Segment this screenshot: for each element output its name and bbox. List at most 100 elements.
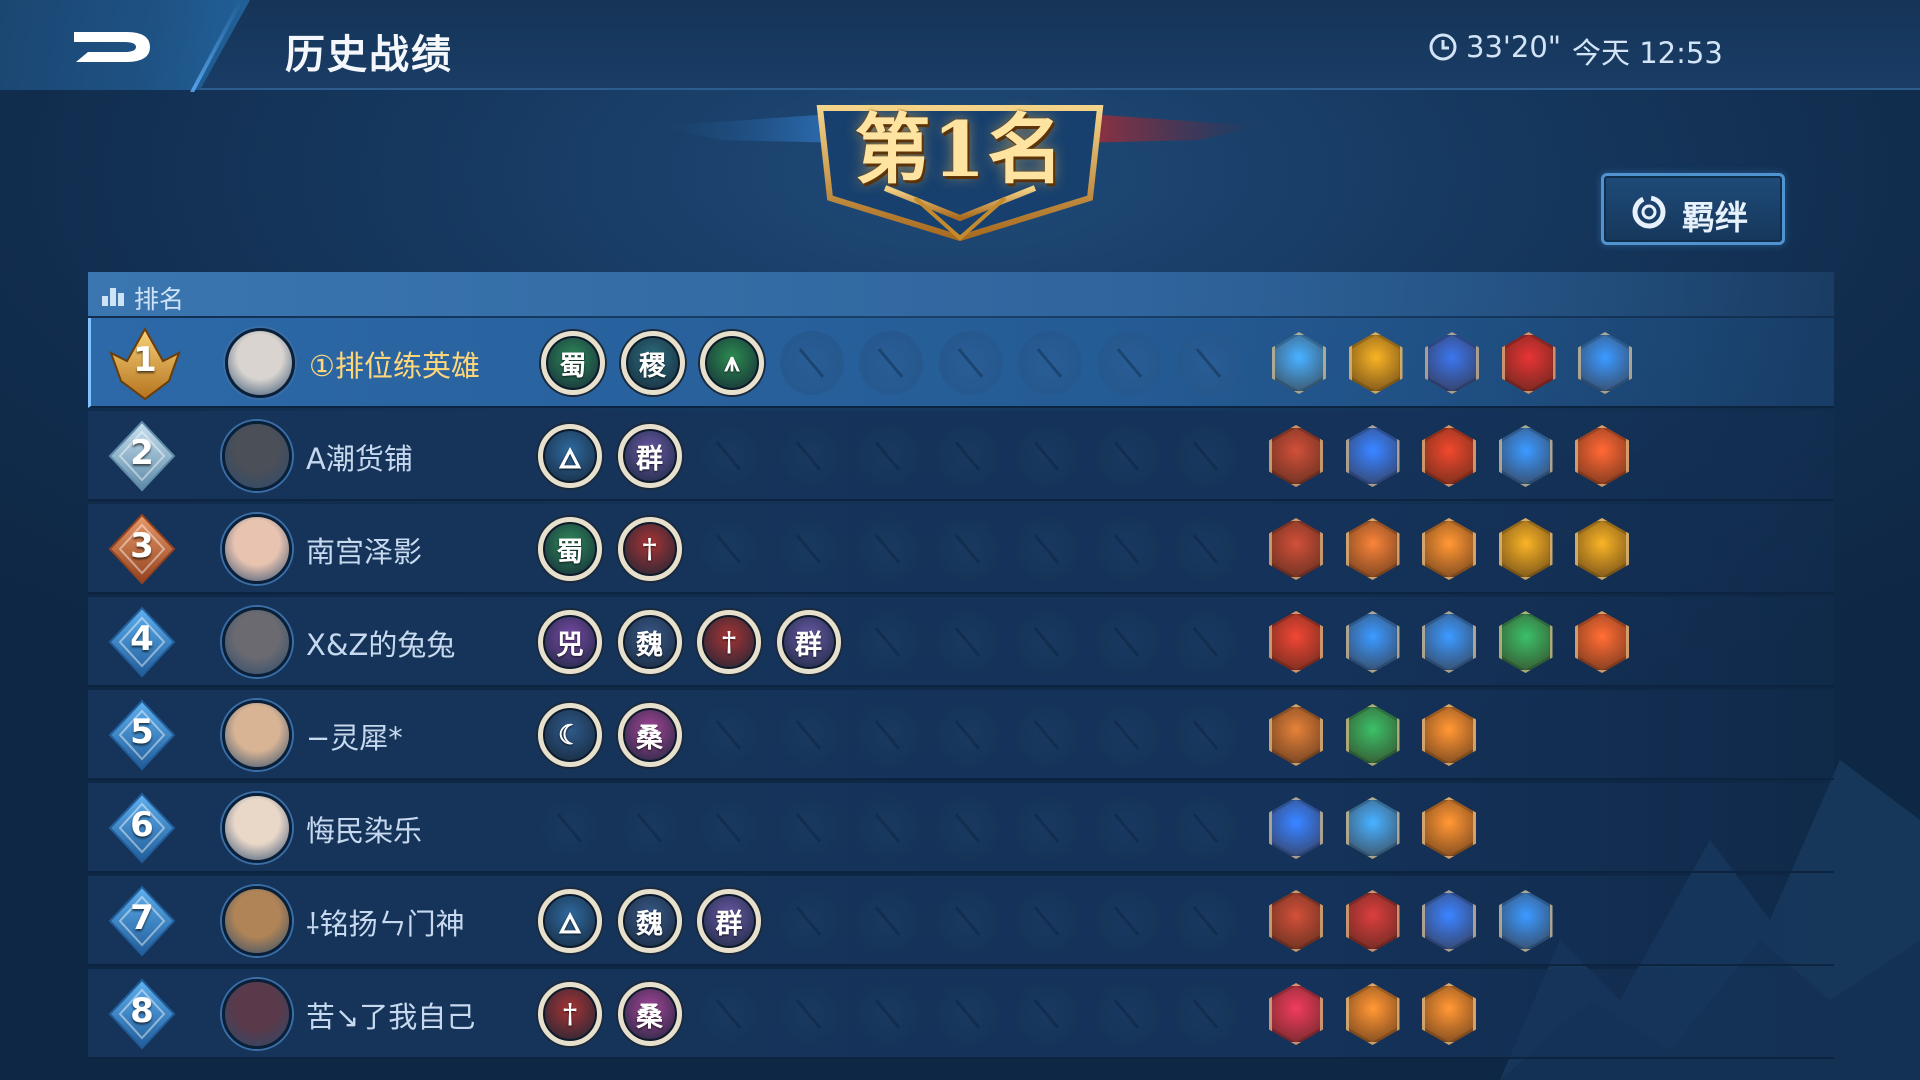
bond-button[interactable]: 羁绊 — [1601, 173, 1785, 245]
player-name: ①排位练英雄 — [309, 349, 480, 383]
synergy-badge[interactable]: 魏 — [617, 889, 682, 953]
empty-slot — [1177, 331, 1241, 395]
player-row[interactable]: 1 ①排位练英雄 蜀 稷 ⩚ — [88, 318, 1834, 408]
ranking-table: 排名 1 ①排位练英雄蜀稷 ⩚ 2 A潮货铺 🜂 群 3 南宫泽影蜀 † 4 X&Z的兔兔兕魏 †… — [88, 272, 1834, 1059]
synergy-badge[interactable]: † — [538, 982, 602, 1046]
avatar[interactable] — [222, 700, 292, 770]
empty-slot — [697, 982, 761, 1046]
crimson-beast-icon[interactable] — [1269, 983, 1323, 1045]
empty-slot — [1174, 889, 1238, 953]
empty-slot — [935, 982, 1000, 1046]
table-header: 排名 — [88, 272, 1834, 316]
star-s-icon[interactable] — [1422, 890, 1476, 952]
shield-gold-icon[interactable] — [1348, 332, 1403, 394]
shield-gold-icon[interactable] — [1575, 518, 1629, 580]
top-bar: 历史战绩 33'20" 今天 12:53 — [0, 0, 1920, 92]
fist-icon[interactable] — [1269, 518, 1323, 580]
empty-slot — [935, 889, 1000, 953]
synergy-glyph: 群 — [636, 443, 663, 475]
empty-slot — [1015, 982, 1079, 1046]
synergy-glyph: 魏 — [636, 908, 663, 940]
empty-slot — [697, 424, 761, 488]
avatar[interactable] — [222, 514, 292, 584]
player-row[interactable]: 6 悔民染乐 — [88, 783, 1834, 873]
synergy-badge[interactable]: 群 — [697, 889, 761, 953]
bar-chart-icon — [102, 288, 124, 306]
shield-gold-icon[interactable] — [1498, 518, 1553, 580]
synergy-badge[interactable]: 群 — [776, 610, 841, 674]
synergy-glyph: ⩚ — [724, 347, 740, 378]
fire-beast-icon[interactable] — [1575, 425, 1629, 487]
player-row[interactable]: 4 X&Z的兔兔 兕 魏 † 群 — [88, 597, 1834, 687]
player-row[interactable]: 7 ⸸铭扬ㄣ门神 🜂 魏 群 — [88, 876, 1834, 966]
synergy-badge[interactable]: 蜀 — [541, 331, 605, 395]
synergy-badge[interactable]: † — [617, 517, 682, 581]
claw-ice-icon[interactable] — [1272, 332, 1326, 394]
claw-blue-icon[interactable] — [1578, 332, 1632, 394]
player-row[interactable]: 3 南宫泽影 蜀 † — [88, 504, 1834, 594]
back-arrow-icon[interactable] — [66, 22, 156, 72]
player-row[interactable]: 5 −灵犀* ☾ 桑 — [88, 690, 1834, 780]
gold-stack-icon[interactable] — [1422, 797, 1476, 859]
avatar[interactable] — [222, 793, 292, 863]
blue-flame-icon[interactable] — [1269, 797, 1323, 859]
synergy-badge[interactable]: 桑 — [617, 982, 682, 1046]
synergy-glyph: 群 — [795, 629, 822, 661]
empty-slot — [938, 331, 1003, 395]
claw-blue-icon[interactable] — [1498, 425, 1553, 487]
gold-stack-icon[interactable] — [1345, 983, 1400, 1045]
player-row[interactable]: 8 苦↘了我自己 † 桑 — [88, 969, 1834, 1059]
empty-slot — [1097, 331, 1162, 395]
synergy-badge[interactable]: 蜀 — [538, 517, 602, 581]
gold-stack-icon[interactable] — [1422, 983, 1476, 1045]
synergy-badge[interactable]: 群 — [617, 424, 682, 488]
fist-icon[interactable] — [1269, 425, 1323, 487]
rank-number: 8 — [130, 991, 154, 1031]
synergy-glyph: 蜀 — [556, 536, 584, 568]
empty-slot — [856, 610, 920, 674]
synergy-badge[interactable]: 稷 — [620, 331, 685, 395]
jaws-icon[interactable] — [1345, 890, 1400, 952]
claw-blue-icon[interactable] — [1345, 611, 1400, 673]
synergy-badge[interactable]: 兕 — [538, 610, 602, 674]
green-wind-icon[interactable] — [1345, 704, 1400, 766]
synergy-badge[interactable]: 桑 — [617, 703, 682, 767]
empty-slot — [1094, 982, 1159, 1046]
blue-flame-icon[interactable] — [1345, 425, 1400, 487]
red-dragon-icon[interactable] — [1422, 425, 1476, 487]
synergy-badge[interactable]: ⩚ — [700, 331, 764, 395]
empty-slot — [776, 982, 841, 1046]
synergy-badge[interactable]: 🜂 — [538, 889, 602, 953]
avatar[interactable] — [222, 886, 292, 956]
match-duration: 33'20" — [1466, 30, 1562, 64]
table-header-label: 排名 — [134, 285, 185, 314]
gold-stack-icon[interactable] — [1422, 518, 1476, 580]
empty-slot — [1094, 517, 1159, 581]
red-blade-icon[interactable] — [1269, 611, 1323, 673]
avatar[interactable] — [222, 607, 292, 677]
gold-s-icon[interactable] — [1575, 611, 1629, 673]
player-row[interactable]: 2 A潮货铺 🜂 群 — [88, 411, 1834, 501]
green-wind-icon[interactable] — [1498, 611, 1553, 673]
synergy-glyph: † — [642, 533, 657, 565]
empty-slot — [697, 796, 761, 860]
claw-ice-icon[interactable] — [1345, 797, 1400, 859]
claw-blue-icon[interactable] — [1422, 611, 1476, 673]
fist-icon[interactable] — [1269, 890, 1323, 952]
avatar[interactable] — [225, 328, 295, 398]
compass-icon[interactable] — [1425, 332, 1479, 394]
avatar[interactable] — [222, 421, 292, 491]
gold-stack-icon[interactable] — [1422, 704, 1476, 766]
claw-blue-icon[interactable] — [1498, 890, 1553, 952]
empty-slot — [697, 517, 761, 581]
player-name: A潮货铺 — [306, 442, 413, 476]
blade-red-icon[interactable] — [1501, 332, 1556, 394]
empty-slot — [617, 796, 682, 860]
fist-orange-icon[interactable] — [1269, 704, 1323, 766]
synergy-badge[interactable]: † — [697, 610, 761, 674]
synergy-badge[interactable]: 魏 — [617, 610, 682, 674]
gold-coins-icon[interactable] — [1345, 518, 1400, 580]
synergy-badge[interactable]: 🜂 — [538, 424, 602, 488]
avatar[interactable] — [222, 979, 292, 1049]
synergy-badge[interactable]: ☾ — [538, 703, 602, 767]
